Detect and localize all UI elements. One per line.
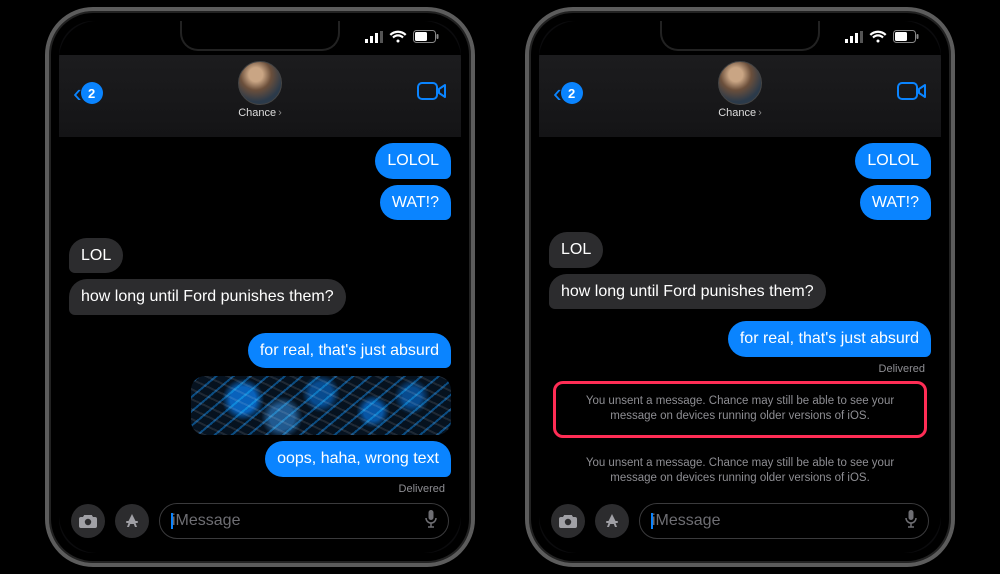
nav-bar: ‹ 2 Chance xyxy=(539,55,941,137)
microphone-icon[interactable] xyxy=(424,509,438,534)
phone-right: ‹ 2 Chance LOLOL WAT!? LOL how long unti… xyxy=(525,7,955,567)
sent-bubble[interactable]: for real, that's just absurd xyxy=(248,333,451,369)
unsend-system-notice: You unsent a message. Chance may still b… xyxy=(553,381,927,438)
unsend-system-notice: You unsent a message. Chance may still b… xyxy=(549,448,931,495)
sent-bubble[interactable]: WAT!? xyxy=(380,185,451,221)
microphone-icon[interactable] xyxy=(904,509,918,534)
cellular-signal-icon xyxy=(365,31,383,46)
message-thread[interactable]: LOLOL WAT!? LOL how long until Ford puni… xyxy=(539,137,941,495)
battery-icon xyxy=(413,30,439,46)
sent-bubble[interactable]: LOLOL xyxy=(855,143,931,179)
avatar xyxy=(718,61,762,105)
app-store-button[interactable] xyxy=(595,504,629,538)
input-placeholder: iMessage xyxy=(172,512,240,530)
sent-bubble[interactable]: WAT!? xyxy=(860,185,931,221)
device-notch xyxy=(180,21,340,51)
sent-bubble[interactable]: oops, haha, wrong text xyxy=(265,441,451,477)
input-placeholder: iMessage xyxy=(652,512,720,530)
message-thread[interactable]: LOLOL WAT!? LOL how long until Ford puni… xyxy=(59,137,461,495)
contact-name: Chance xyxy=(238,107,282,119)
cellular-signal-icon xyxy=(845,31,863,46)
screen: ‹ 2 Chance LOLOL WAT!? LOL how long unti… xyxy=(59,21,461,553)
contact-name: Chance xyxy=(718,107,762,119)
battery-icon xyxy=(893,30,919,46)
delivered-label: Delivered xyxy=(399,483,445,495)
phone-left: ‹ 2 Chance LOLOL WAT!? LOL how long unti… xyxy=(45,7,475,567)
app-store-button[interactable] xyxy=(115,504,149,538)
unsend-animation xyxy=(191,376,451,435)
received-bubble[interactable]: how long until Ford punishes them? xyxy=(69,279,346,315)
wifi-icon xyxy=(389,30,407,46)
avatar xyxy=(238,61,282,105)
received-bubble[interactable]: LOL xyxy=(549,232,603,268)
nav-bar: ‹ 2 Chance xyxy=(59,55,461,137)
back-button[interactable]: ‹ 2 xyxy=(553,78,583,109)
device-notch xyxy=(660,21,820,51)
back-button[interactable]: ‹ 2 xyxy=(73,78,103,109)
contact-header[interactable]: Chance xyxy=(718,61,762,119)
delivered-label: Delivered xyxy=(879,363,925,375)
received-bubble[interactable]: how long until Ford punishes them? xyxy=(549,274,826,310)
wifi-icon xyxy=(869,30,887,46)
message-input[interactable]: iMessage xyxy=(639,503,929,539)
contact-header[interactable]: Chance xyxy=(238,61,282,119)
message-input[interactable]: iMessage xyxy=(159,503,449,539)
compose-bar: iMessage xyxy=(59,495,461,553)
received-bubble[interactable]: LOL xyxy=(69,238,123,274)
sent-bubble[interactable]: for real, that's just absurd xyxy=(728,321,931,357)
facetime-button[interactable] xyxy=(417,80,447,107)
sent-bubble[interactable]: LOLOL xyxy=(375,143,451,179)
unread-badge: 2 xyxy=(561,82,583,104)
compose-bar: iMessage xyxy=(539,495,941,553)
facetime-button[interactable] xyxy=(897,80,927,107)
unread-badge: 2 xyxy=(81,82,103,104)
camera-button[interactable] xyxy=(71,504,105,538)
camera-button[interactable] xyxy=(551,504,585,538)
screen: ‹ 2 Chance LOLOL WAT!? LOL how long unti… xyxy=(539,21,941,553)
